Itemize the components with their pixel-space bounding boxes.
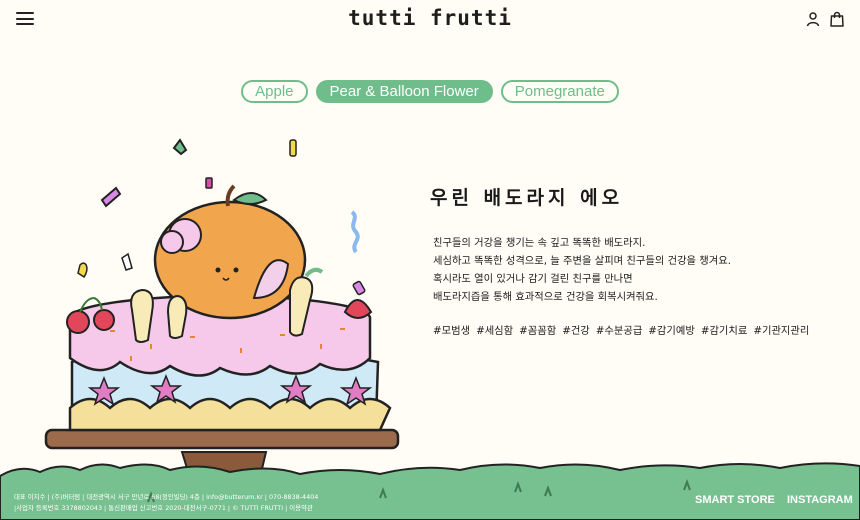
- shopping-bag-icon[interactable]: [829, 11, 845, 27]
- description-line: 배도라지즙을 통해 효과적으로 건강을 회복시켜줘요.: [433, 291, 658, 303]
- instagram-link[interactable]: INSTAGRAM: [787, 494, 853, 506]
- hashtag: #감기예방: [648, 325, 695, 337]
- description-line: 혹시라도 열이 있거나 감기 걸린 친구를 만나면: [433, 273, 633, 285]
- hashtag: #감기치료: [700, 325, 748, 337]
- hashtag: #꼼꼼함: [519, 325, 557, 337]
- company-info-line: 대표 이지수 | (주)버터럼 | 대전광역시 서구 만년로 68(정인빌딩) …: [14, 493, 319, 501]
- character-headline: 우린 배도라지 에오: [430, 187, 624, 209]
- description-line: 친구들의 거강을 챙기는 속 깊고 똑똑한 배도라지.: [433, 237, 646, 249]
- pear-cake-character-illustration: [40, 130, 410, 500]
- user-icon[interactable]: [805, 11, 821, 27]
- header: tutti frutti: [0, 0, 860, 38]
- hashtag: #수분공급: [595, 325, 643, 337]
- tab-pear-balloon-flower[interactable]: Pear & Balloon Flower: [315, 80, 493, 103]
- hashtag-list: #모범생 #세심함 #꼼꼼함 #건강 #수분공급 #감기예방 #감기치료 #기관…: [433, 322, 809, 337]
- company-info-line: |사업자 등록번호 3378802043 | 통신판매업 신고번호 2020-대…: [14, 504, 313, 512]
- description-line: 세심하고 똑똑한 성격으로, 늘 주변을 살피며 친구들의 건강을 챙겨요.: [433, 255, 731, 267]
- hashtag: #건강: [562, 325, 590, 337]
- company-info: 대표 이지수 | (주)버터럼 | 대전광역시 서구 만년로 68(정인빌딩) …: [14, 492, 318, 514]
- smart-store-link[interactable]: SMART STORE: [695, 494, 775, 506]
- hashtag: #세심함: [476, 325, 514, 337]
- tab-pomegranate[interactable]: Pomegranate: [500, 80, 619, 103]
- character-description: 친구들의 거강을 챙기는 속 깊고 똑똑한 배도라지. 세심하고 똑똑한 성격으…: [433, 234, 731, 306]
- fruit-tabs: Apple Pear & Balloon Flower Pomegranate: [0, 80, 860, 103]
- tab-apple[interactable]: Apple: [241, 80, 308, 103]
- hashtag: #모범생: [433, 325, 471, 337]
- hashtag: #기관지관리: [753, 325, 810, 337]
- brand-logo[interactable]: tutti frutti: [0, 6, 860, 30]
